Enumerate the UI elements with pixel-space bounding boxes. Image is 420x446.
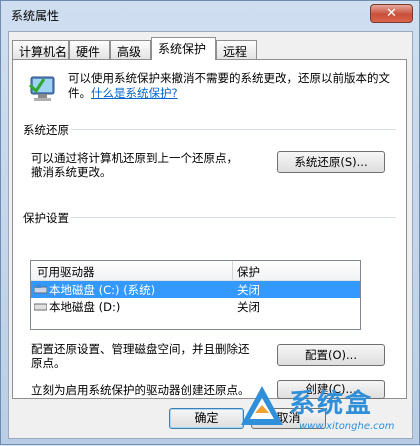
title-bar[interactable]: 系统属性 ✕: [1, 1, 419, 29]
system-properties-window: 系统属性 ✕ 计算机名 硬件 高级 系统保护 远程 可以使用系统保护来撤消不需要…: [0, 0, 420, 445]
drive-name: 本地磁盘 (C:) (系统): [49, 283, 156, 297]
restore-description-line2: 撤消系统更改。: [31, 165, 112, 179]
drives-list[interactable]: 可用驱动器 保护 本地磁盘 (C:) (系统) 关闭 本地磁盘 (D:) 关闭: [30, 260, 361, 330]
intro-text: 可以使用系统保护来撤消不需要的系统更改，还原以前版本的文件。什么是系统保护?: [68, 71, 398, 101]
window-title: 系统属性: [11, 9, 60, 23]
ok-button[interactable]: 确定: [169, 408, 244, 429]
drive-icon: [34, 284, 47, 294]
system-restore-description: 可以通过将计算机还原到上一个还原点， 撤消系统更改。: [31, 151, 238, 179]
drive-protection-status: 关闭: [237, 300, 260, 314]
column-separator: [232, 261, 233, 280]
watermark-logo-icon: [241, 386, 283, 425]
what-is-system-protection-link[interactable]: 什么是系统保护?: [91, 86, 178, 100]
column-available-drives[interactable]: 可用驱动器: [37, 264, 95, 280]
drive-icon: [34, 303, 47, 311]
drive-row-d[interactable]: 本地磁盘 (D:) 关闭: [31, 298, 360, 315]
system-restore-group-title: 系统还原: [23, 123, 69, 137]
configure-description-line2: 原点。: [31, 356, 66, 370]
create-description: 立刻为启用系统保护的驱动器创建还原点。: [31, 383, 250, 397]
watermark-url: www.xitonghe.com: [299, 421, 395, 432]
configure-description-line1: 配置还原设置、管理磁盘空间，并且删除还: [31, 342, 250, 356]
dialog-client-area: 计算机名 硬件 高级 系统保护 远程 可以使用系统保护来撤消不需要的系统更改，还…: [8, 31, 413, 439]
protection-settings-group-title: 保护设置: [23, 211, 69, 225]
group-divider: [71, 129, 396, 130]
close-icon: ✕: [386, 6, 397, 21]
column-protection[interactable]: 保护: [237, 264, 260, 280]
tab-hardware[interactable]: 硬件: [69, 40, 110, 59]
drive-row-c[interactable]: 本地磁盘 (C:) (系统) 关闭: [31, 281, 360, 298]
list-header: 可用驱动器 保护: [31, 261, 360, 281]
restore-description-line1: 可以通过将计算机还原到上一个还原点，: [31, 151, 238, 165]
system-restore-button[interactable]: 系统还原(S)...: [277, 151, 385, 173]
configure-button[interactable]: 配置(O)...: [277, 344, 385, 366]
group-divider: [71, 217, 396, 218]
drive-name: 本地磁盘 (D:): [49, 300, 121, 314]
tab-advanced[interactable]: 高级: [110, 40, 151, 59]
watermark-title: 系统盒: [289, 389, 374, 419]
tab-system-protection[interactable]: 系统保护: [151, 37, 216, 60]
close-button[interactable]: ✕: [370, 4, 413, 23]
tab-computer-name[interactable]: 计算机名: [12, 40, 69, 59]
system-protection-panel: 可以使用系统保护来撤消不需要的系统更改，还原以前版本的文件。什么是系统保护? 系…: [12, 59, 407, 399]
watermark: 系统盒 www.xitonghe.com: [237, 383, 420, 446]
tab-remote[interactable]: 远程: [216, 40, 257, 59]
computer-shield-icon: [29, 76, 55, 101]
configure-description: 配置还原设置、管理磁盘空间，并且删除还 原点。: [31, 342, 250, 370]
drive-protection-status: 关闭: [237, 283, 260, 297]
